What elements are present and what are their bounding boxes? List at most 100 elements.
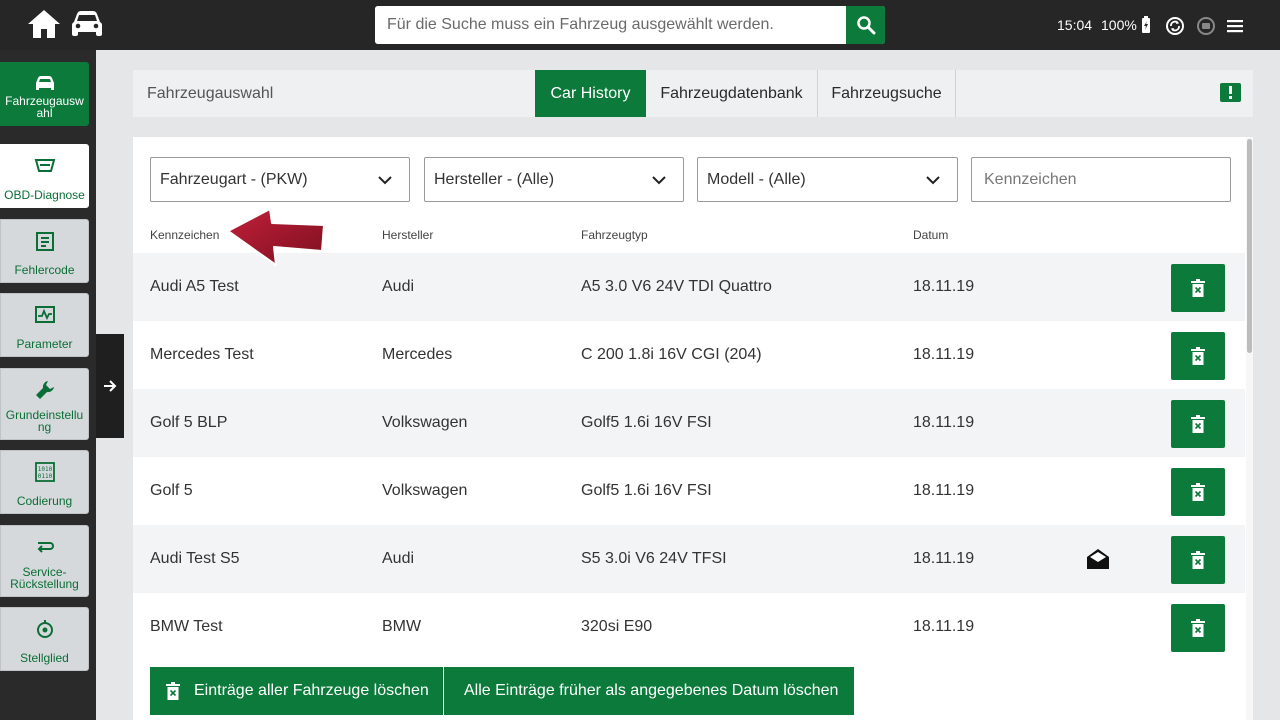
- sidebar-item-label: Parameter: [16, 337, 73, 351]
- battery-percent: 100%: [1101, 17, 1137, 33]
- sidebar-item-vehicle-selection[interactable]: Fahrzeugausw ahl: [0, 62, 89, 126]
- sidebar-item-codierung[interactable]: 1010 0110 Codierung: [0, 450, 89, 514]
- cell-type: S5 3.0i V6 24V TFSI: [581, 550, 727, 567]
- trash-icon: [1191, 619, 1205, 637]
- cell-date: 18.11.19: [913, 278, 975, 295]
- sidebar-item-obd-diagnose[interactable]: OBD-Diagnose: [0, 144, 89, 208]
- model-value: Modell - (Alle): [707, 170, 806, 188]
- menu-icon[interactable]: [1225, 16, 1245, 36]
- delete-row-button[interactable]: [1171, 536, 1225, 584]
- sidebar-item-stellglied[interactable]: Stellglied: [0, 607, 89, 671]
- cell-plate: Golf 5: [150, 482, 193, 499]
- sidebar-item-label: Fahrzeugausw ahl: [5, 94, 84, 120]
- sidebar-item-label: Grundeinstellu ng: [5, 408, 84, 434]
- sidebar-item-grundeinstellung[interactable]: Grundeinstellu ng: [0, 368, 89, 440]
- chevron-down-icon: [926, 176, 940, 185]
- envelope-open-icon[interactable]: [1086, 548, 1110, 570]
- cell-type: A5 3.0 V6 24V TDI Quattro: [581, 278, 772, 295]
- chevron-down-icon: [652, 176, 666, 185]
- table-row[interactable]: Mercedes Test Mercedes C 200 1.8i 16V CGI …: [133, 321, 1245, 389]
- sidebar-item-label: Codierung: [16, 494, 73, 508]
- battery-icon: [1141, 16, 1150, 33]
- table-row[interactable]: Audi Test S5 Audi S5 3.0i V6 24V TFSI 18.11…: [133, 525, 1245, 593]
- trash-icon: [166, 682, 180, 700]
- cell-type: Golf5 1.6i 16V FSI: [581, 482, 712, 499]
- cell-manufacturer: BMW: [382, 618, 422, 635]
- column-header-type[interactable]: Fahrzeugtyp: [581, 228, 648, 242]
- cell-date: 18.11.19: [913, 414, 975, 431]
- cell-date: 18.11.19: [913, 550, 975, 567]
- search-bar: [375, 6, 885, 44]
- vehicle-icon[interactable]: [71, 10, 103, 38]
- trash-icon: [1191, 551, 1205, 569]
- cell-date: 18.11.19: [913, 346, 975, 363]
- manufacturer-select[interactable]: Hersteller - (Alle): [424, 157, 684, 202]
- delete-row-button[interactable]: [1171, 604, 1225, 652]
- tab-bar: Fahrzeugauswahl Car History Fahrzeugdate…: [133, 70, 1253, 117]
- delete-before-date-button[interactable]: Alle Einträge früher als angegebenes Dat…: [444, 667, 854, 715]
- home-icon[interactable]: [27, 9, 61, 39]
- obd-icon: [34, 159, 56, 172]
- parameter-icon: [35, 306, 55, 323]
- scrollbar[interactable]: [1246, 137, 1253, 720]
- history-panel: Fahrzeugart - (PKW) Hersteller - (Alle) …: [133, 137, 1253, 720]
- binary-icon: 1010 0110: [35, 462, 55, 482]
- main-content: Fahrzeugauswahl Car History Fahrzeugdate…: [96, 50, 1280, 720]
- plate-input[interactable]: Kennzeichen: [971, 157, 1231, 202]
- table-row[interactable]: Golf 5 Volkswagen Golf5 1.6i 16V FSI 18.11.…: [133, 457, 1245, 525]
- battery-level: 100%: [1101, 0, 1151, 50]
- tab-fahrzeugsuche[interactable]: Fahrzeugsuche: [818, 70, 956, 117]
- tab-car-history[interactable]: Car History: [535, 70, 646, 117]
- search-input[interactable]: [375, 6, 846, 44]
- delete-all-label: Einträge aller Fahrzeuge löschen: [194, 682, 429, 699]
- chevron-down-icon: [378, 176, 392, 185]
- sidebar-item-label: OBD-Diagnose: [4, 188, 85, 202]
- column-header-manufacturer[interactable]: Hersteller: [382, 228, 433, 242]
- sidebar-item-service-reset[interactable]: Service- Rückstellung: [0, 525, 89, 597]
- delete-before-label: Alle Einträge früher als angegebenes Dat…: [464, 682, 839, 699]
- vehicle-type-value: Fahrzeugart - (PKW): [160, 170, 308, 188]
- column-header-date[interactable]: Datum: [913, 228, 948, 242]
- sidebar-item-fehlercode[interactable]: Fehlercode: [0, 219, 89, 283]
- sidebar-expand-button[interactable]: [96, 334, 124, 438]
- cell-plate: Golf 5 BLP: [150, 414, 228, 431]
- exclamation-icon: [1229, 86, 1232, 99]
- cell-date: 18.11.19: [913, 482, 975, 499]
- delete-row-button[interactable]: [1171, 400, 1225, 448]
- sidebar-item-label: Service- Rückstellung: [10, 565, 79, 591]
- sidebar-item-label: Stellglied: [20, 651, 69, 665]
- scrollbar-thumb[interactable]: [1247, 139, 1252, 353]
- vci-status-icon: [1197, 17, 1215, 35]
- search-button[interactable]: [846, 6, 885, 44]
- table-row[interactable]: BMW Test BMW 320si E90 18.11.19: [133, 593, 1245, 661]
- column-header-plate[interactable]: Kennzeichen: [150, 228, 219, 242]
- sync-icon[interactable]: [1165, 16, 1185, 36]
- cell-plate: BMW Test: [150, 618, 223, 635]
- sidebar: Fahrzeugausw ahl OBD-Diagnose Fehlercode…: [0, 50, 96, 720]
- vehicle-type-select[interactable]: Fahrzeugart - (PKW): [150, 157, 410, 202]
- cell-plate: Mercedes Test: [150, 346, 254, 363]
- clock: 15:04: [1057, 17, 1093, 33]
- alert-button[interactable]: [1220, 83, 1241, 102]
- table-row[interactable]: Golf 5 BLP Volkswagen Golf5 1.6i 16V FSI 18…: [133, 389, 1245, 457]
- trash-icon: [1191, 415, 1205, 433]
- cell-manufacturer: Audi: [382, 550, 415, 567]
- trash-icon: [1191, 483, 1205, 501]
- top-bar: 15:04 100%: [0, 0, 1280, 50]
- model-select[interactable]: Modell - (Alle): [697, 157, 958, 202]
- cell-manufacturer: Volkswagen: [382, 482, 468, 499]
- delete-row-button[interactable]: [1171, 468, 1225, 516]
- delete-all-button[interactable]: Einträge aller Fahrzeuge löschen: [150, 667, 443, 715]
- car-icon: [36, 76, 54, 90]
- cell-manufacturer: Volkswagen: [382, 414, 468, 431]
- tab-fahrzeugdatenbank[interactable]: Fahrzeugdatenbank: [646, 70, 818, 117]
- delete-row-button[interactable]: [1171, 332, 1225, 380]
- cell-type: 320si E90: [581, 618, 653, 635]
- arrow-right-icon: [104, 380, 117, 392]
- sidebar-item-parameter[interactable]: Parameter: [0, 293, 89, 357]
- annotation-arrow: [227, 208, 325, 266]
- cell-date: 18.11.19: [913, 618, 975, 635]
- trash-icon: [1191, 279, 1205, 297]
- trash-icon: [1191, 347, 1205, 365]
- delete-row-button[interactable]: [1171, 264, 1225, 312]
